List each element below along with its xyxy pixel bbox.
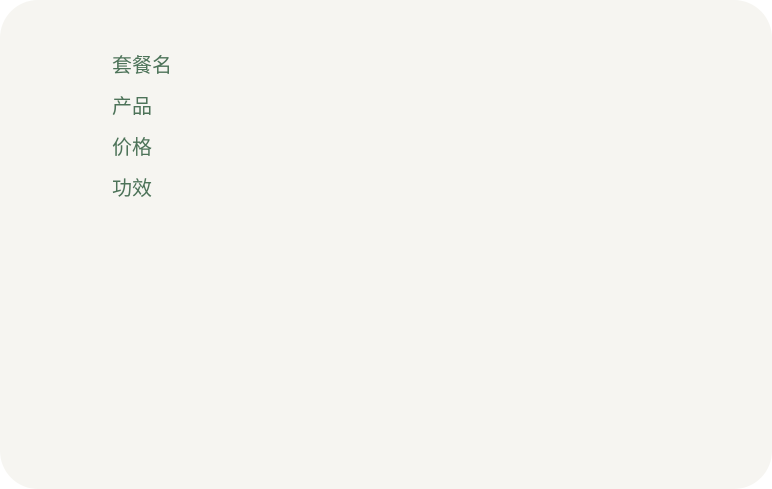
field-label-product: 产品 (112, 94, 152, 118)
field-label-package-name: 套餐名 (112, 53, 172, 77)
field-label-list: 套餐名 产品 价格 功效 (112, 52, 172, 216)
field-label-effect: 功效 (112, 176, 152, 200)
info-card: 套餐名 产品 价格 功效 (0, 0, 772, 489)
field-label-price: 价格 (112, 135, 152, 159)
